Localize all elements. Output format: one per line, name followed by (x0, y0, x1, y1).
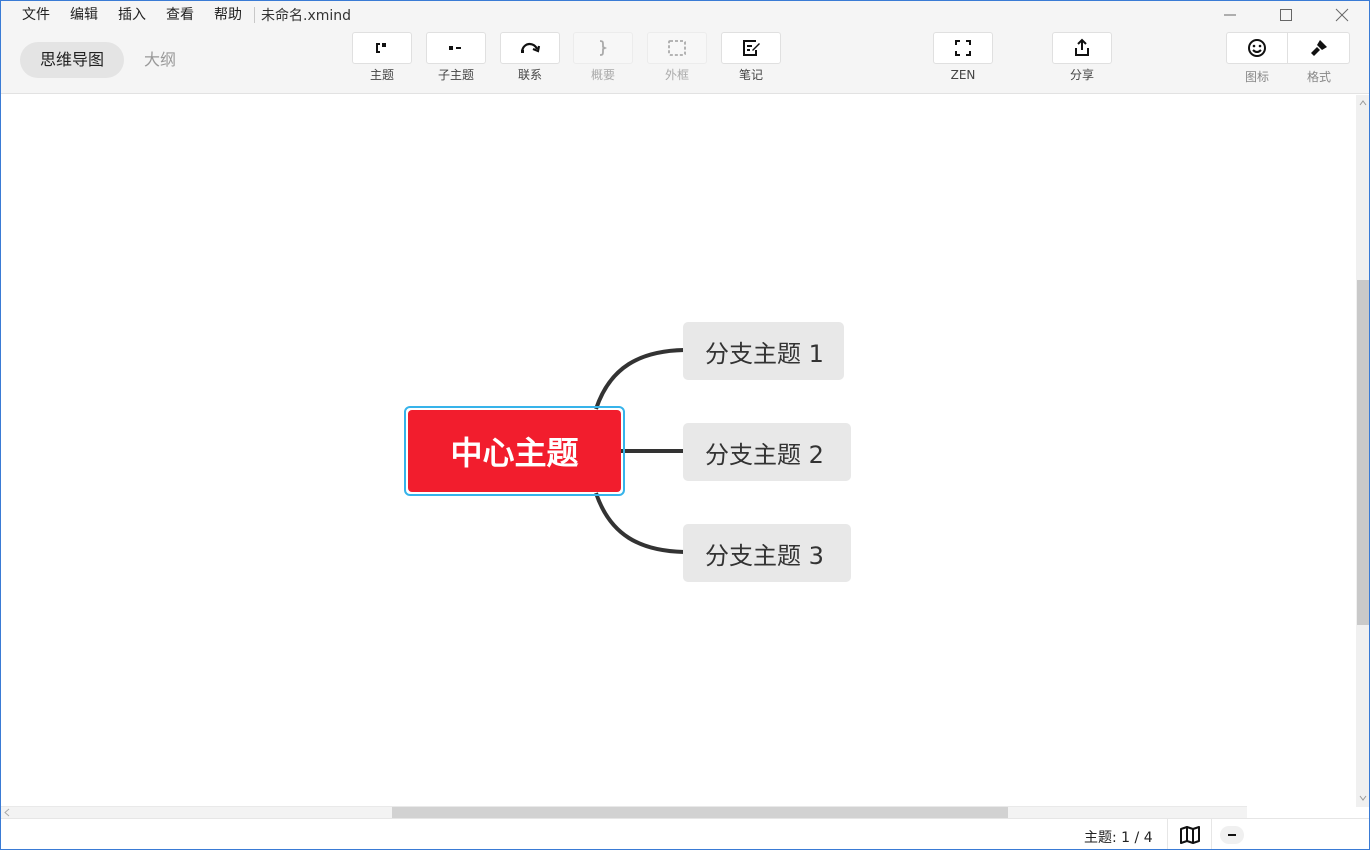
relationship-icon (520, 42, 541, 53)
vertical-scroll-thumb[interactable] (1357, 280, 1369, 625)
zoom-out-button[interactable] (1220, 826, 1244, 844)
summary-brace-icon (599, 40, 608, 56)
menu-divider (254, 7, 255, 23)
branch-topic-1[interactable]: 分支主题 1 (683, 322, 844, 380)
window-controls (1202, 0, 1370, 30)
menu-bar: 文件 编辑 插入 查看 帮助 未命名.xmind (0, 0, 1370, 30)
share-label: 分享 (1069, 68, 1094, 82)
map-icon (1179, 826, 1200, 844)
topic-button[interactable] (352, 32, 412, 64)
share-icon (1075, 38, 1089, 56)
vertical-scrollbar[interactable] (1356, 95, 1370, 807)
menu-view[interactable]: 查看 (156, 0, 204, 30)
menu-insert[interactable]: 插入 (108, 0, 156, 30)
smiley-icon (1248, 39, 1266, 57)
boundary-tool[interactable]: 外框 (647, 32, 707, 82)
icons-tool[interactable]: 图标 (1226, 32, 1288, 84)
maximize-button[interactable] (1258, 0, 1314, 30)
share-button[interactable] (1052, 32, 1112, 64)
notes-label: 笔记 (738, 68, 763, 82)
format-label: 格式 (1306, 70, 1331, 84)
view-switch: 思维导图 大纲 (20, 42, 196, 78)
notes-icon (743, 40, 760, 56)
boundary-label: 外框 (664, 68, 689, 82)
topic-tool[interactable]: 主题 (352, 32, 412, 82)
notes-tool[interactable]: 笔记 (721, 32, 781, 82)
summary-tool[interactable]: 概要 (573, 32, 633, 82)
connector-branch-3 (594, 492, 685, 554)
toolbar: 思维导图 大纲 主题 子主题 联系 概要 外框 笔记 ZEN 分享 图标 格式 (0, 30, 1370, 94)
horizontal-scrollbar[interactable] (0, 806, 1247, 818)
mindmap-view-tab[interactable]: 思维导图 (20, 42, 125, 78)
maximize-icon (1280, 9, 1292, 21)
branch-connectors (594, 348, 685, 554)
zen-label: ZEN (950, 68, 976, 82)
zen-tool[interactable]: ZEN (933, 32, 993, 82)
brush-icon (1310, 40, 1327, 56)
icons-button[interactable] (1226, 32, 1288, 64)
relationship-tool[interactable]: 联系 (500, 32, 560, 82)
zen-button[interactable] (933, 32, 993, 64)
topic-count: 主题: 1 / 4 (1084, 830, 1153, 846)
summary-button[interactable] (573, 32, 633, 64)
share-tool[interactable]: 分享 (1052, 32, 1112, 82)
menu-file[interactable]: 文件 (12, 0, 60, 30)
mindmap-canvas[interactable]: 中心主题 分支主题 1 分支主题 2 分支主题 3 (0, 95, 1356, 807)
relationship-button[interactable] (500, 32, 560, 64)
minus-icon (1228, 834, 1236, 836)
subtopic-icon (449, 46, 461, 50)
close-icon (1335, 8, 1349, 22)
topic-icon (376, 43, 386, 53)
format-tool[interactable]: 格式 (1288, 32, 1350, 84)
outline-view-tab[interactable]: 大纲 (124, 42, 196, 78)
notes-button[interactable] (721, 32, 781, 64)
document-title: 未命名.xmind (261, 8, 352, 24)
central-topic-selection[interactable]: 中心主题 (404, 406, 625, 496)
boundary-button[interactable] (647, 32, 707, 64)
scroll-up-icon[interactable] (1358, 98, 1368, 108)
fullscreen-icon (955, 40, 971, 56)
central-topic[interactable]: 中心主题 (408, 410, 621, 492)
map-button[interactable] (1167, 819, 1212, 850)
connector-branch-1 (594, 348, 685, 410)
format-panel-toggles: 图标 格式 (1226, 32, 1350, 84)
icons-label: 图标 (1244, 70, 1269, 84)
subtopic-label: 子主题 (437, 68, 474, 82)
scroll-down-icon[interactable] (1358, 793, 1368, 803)
format-button[interactable] (1288, 32, 1350, 64)
horizontal-scroll-thumb[interactable] (392, 807, 1008, 818)
topic-label: 主题 (369, 68, 394, 82)
relationship-label: 联系 (517, 68, 542, 82)
summary-label: 概要 (590, 68, 615, 82)
menu-edit[interactable]: 编辑 (60, 0, 108, 30)
subtopic-button[interactable] (426, 32, 486, 64)
scroll-left-icon[interactable] (3, 808, 11, 817)
minimize-button[interactable] (1202, 0, 1258, 30)
status-bar: 主题: 1 / 4 (0, 818, 1370, 850)
boundary-icon (668, 40, 686, 56)
subtopic-tool[interactable]: 子主题 (426, 32, 486, 82)
branch-topic-2[interactable]: 分支主题 2 (683, 423, 851, 481)
minimize-icon (1224, 14, 1236, 16)
close-button[interactable] (1314, 0, 1370, 30)
menu-help[interactable]: 帮助 (204, 0, 252, 30)
branch-topic-3[interactable]: 分支主题 3 (683, 524, 851, 582)
